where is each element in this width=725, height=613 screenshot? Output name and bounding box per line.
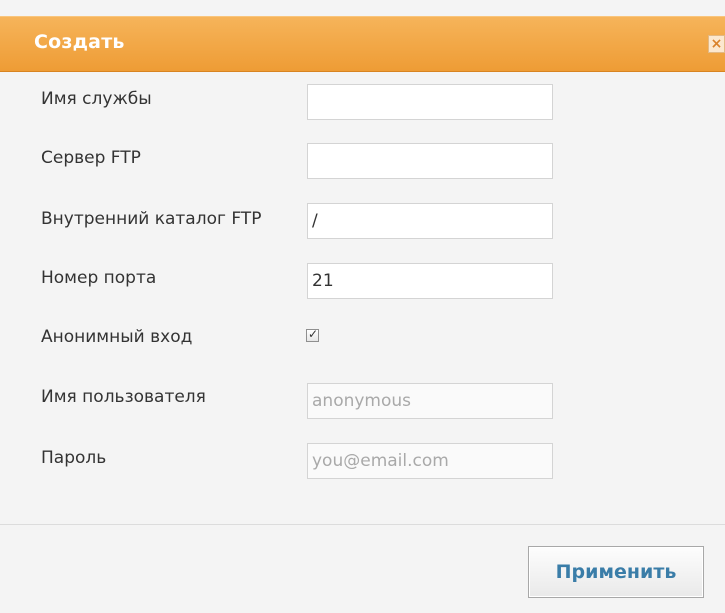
username-label: Имя пользователя: [41, 387, 206, 407]
password-input[interactable]: [307, 443, 553, 479]
create-ftp-dialog: Создать × Имя службы Сервер FTP Внутренн…: [0, 0, 725, 613]
anonymous-login-label: Анонимный вход: [41, 327, 193, 347]
dialog-title-bar[interactable]: Создать ×: [0, 16, 725, 72]
footer-divider: [0, 524, 725, 525]
dialog-title: Создать: [34, 31, 125, 53]
port-number-input[interactable]: [307, 263, 553, 299]
username-input[interactable]: [307, 383, 553, 419]
ftp-server-input[interactable]: [307, 143, 553, 179]
ftp-directory-input[interactable]: [307, 203, 553, 239]
apply-button[interactable]: Применить: [528, 546, 704, 598]
service-name-label: Имя службы: [41, 89, 152, 109]
password-label: Пароль: [41, 448, 107, 468]
ftp-server-label: Сервер FTP: [41, 148, 141, 168]
service-name-input[interactable]: [307, 84, 553, 120]
close-button[interactable]: ×: [708, 35, 725, 53]
anonymous-login-checkbox[interactable]: ✓: [306, 327, 319, 342]
checkmark-icon: ✓: [308, 327, 319, 341]
ftp-directory-label: Внутренний каталог FTP: [41, 209, 262, 229]
close-icon: ×: [710, 36, 723, 52]
port-number-label: Номер порта: [41, 268, 157, 288]
